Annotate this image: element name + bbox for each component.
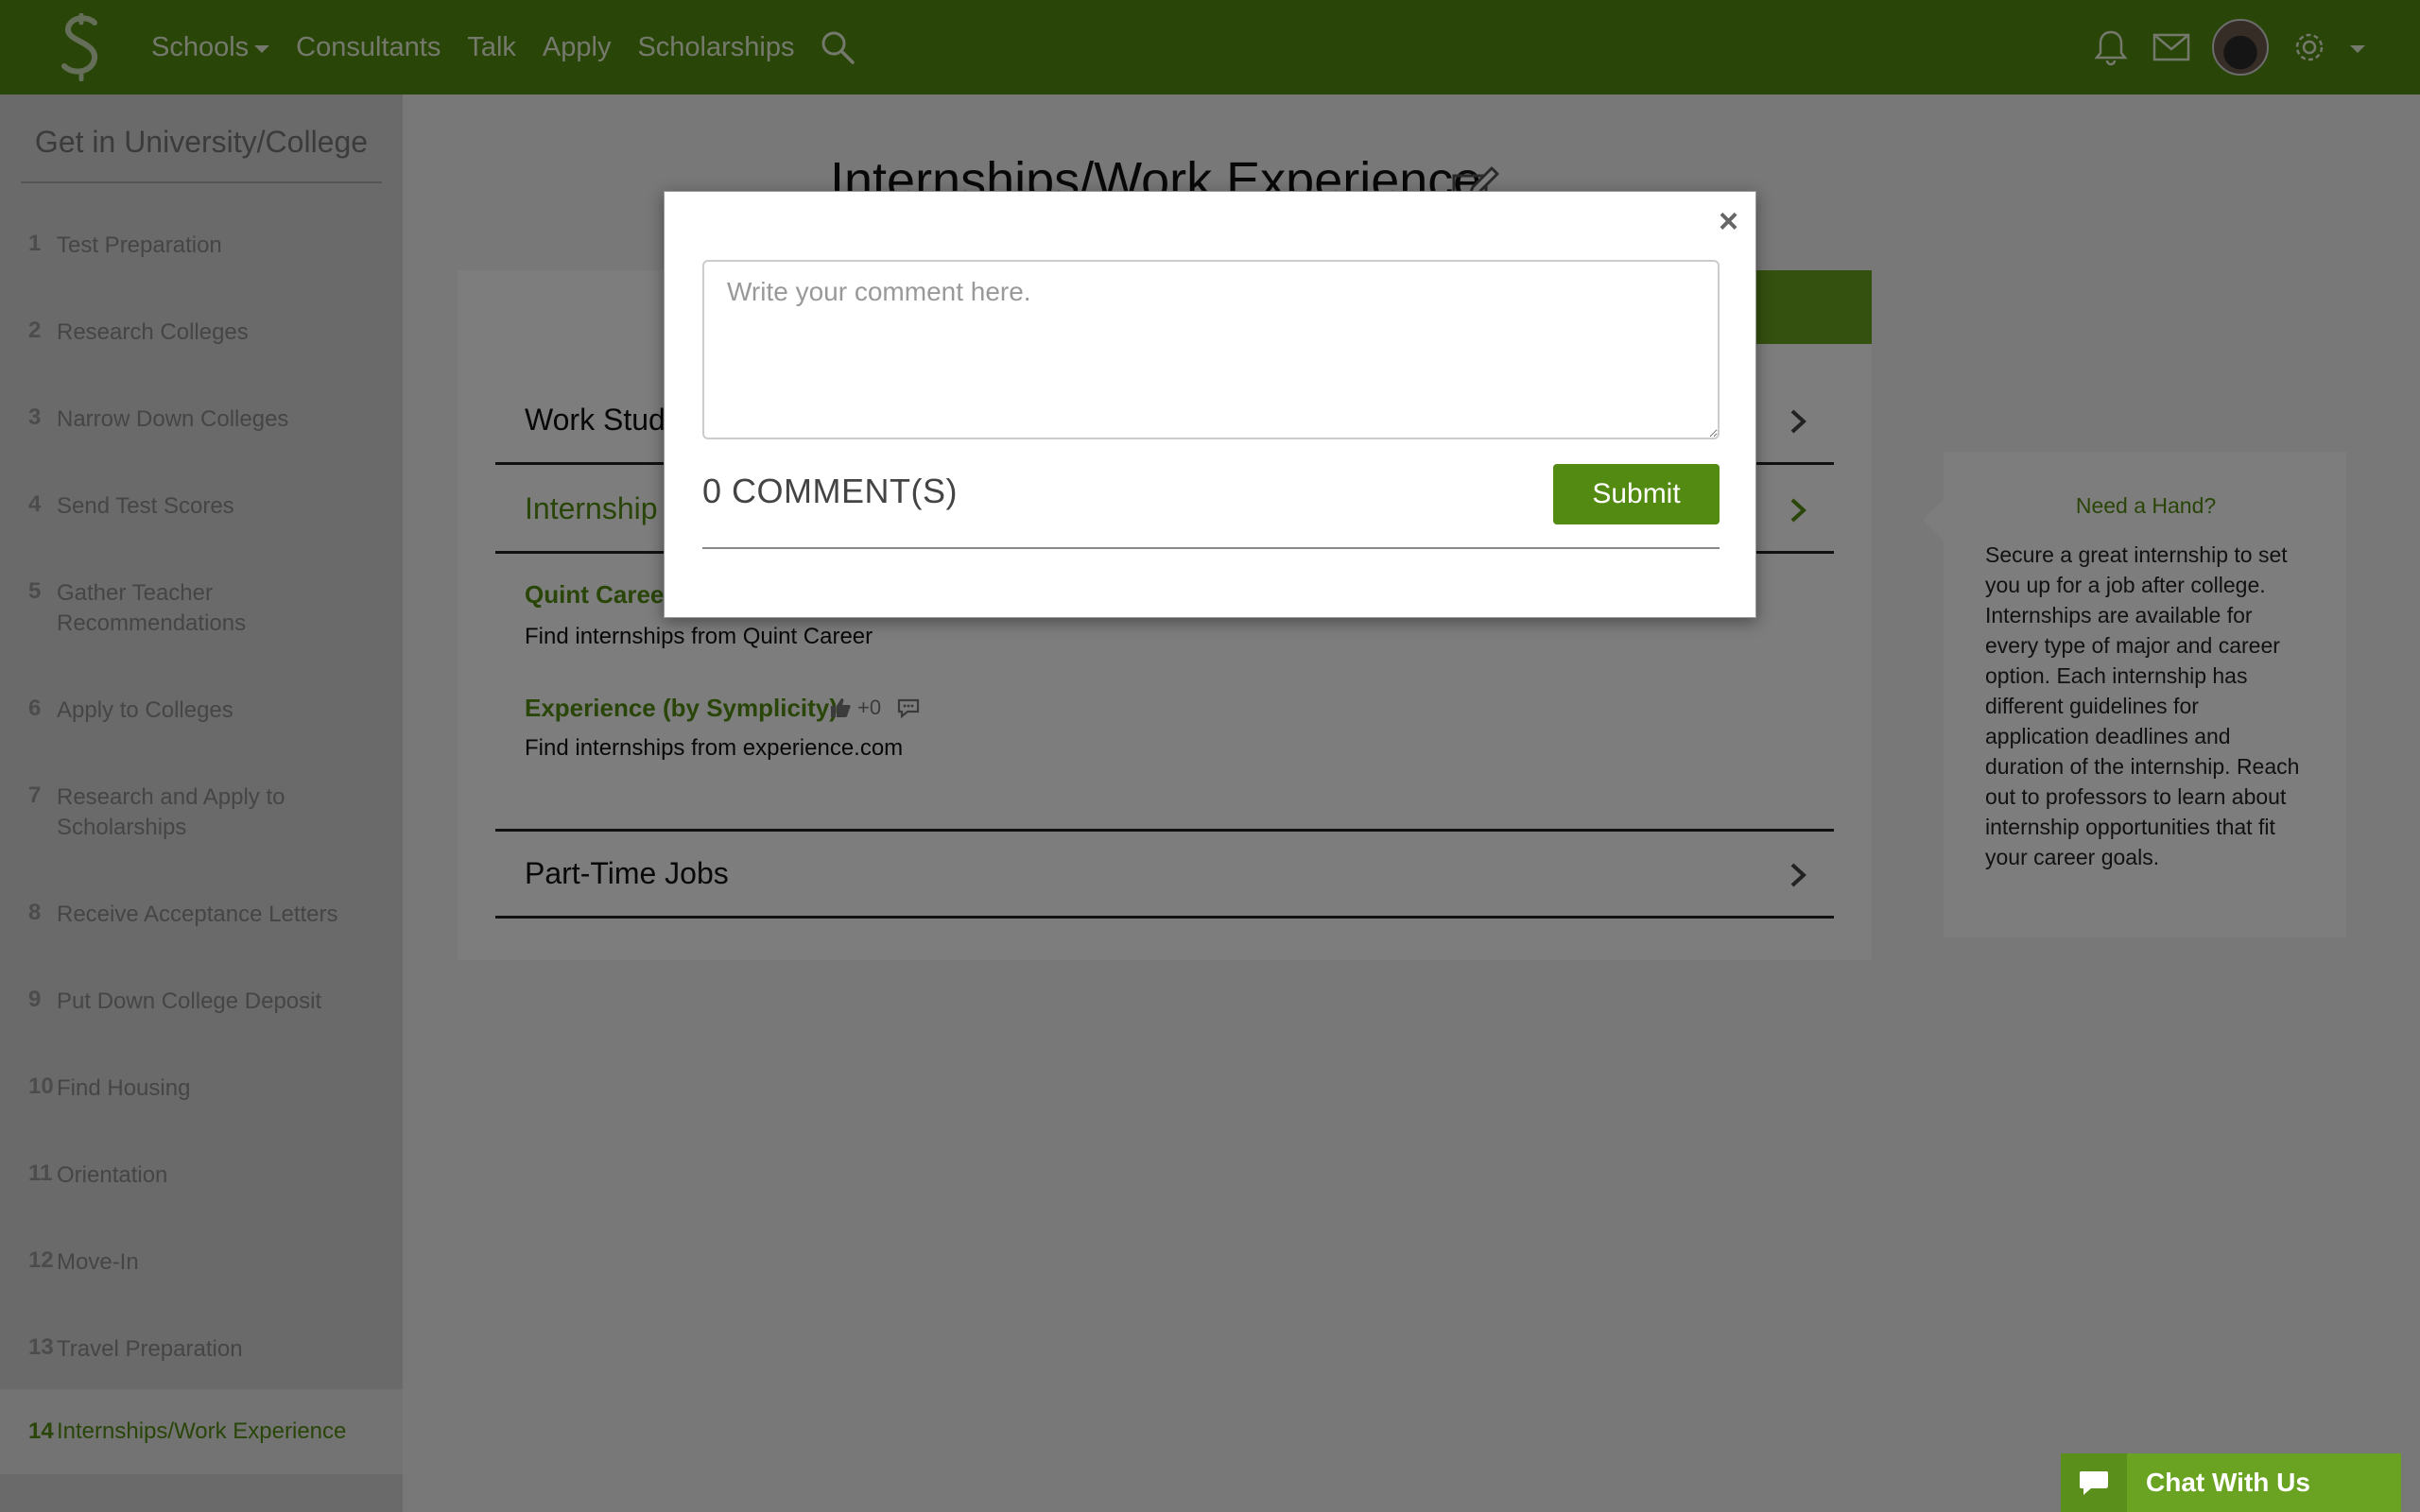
comment-modal: × 0 COMMENT(S) Submit (664, 191, 1756, 618)
close-icon[interactable]: × (1719, 201, 1738, 241)
chat-bubble-icon (2080, 1471, 2108, 1495)
modal-divider (702, 547, 1720, 549)
chat-icon-box (2061, 1453, 2127, 1512)
submit-button[interactable]: Submit (1553, 464, 1720, 524)
chat-label: Chat With Us (2146, 1468, 2310, 1497)
comment-textarea[interactable] (702, 260, 1720, 439)
comment-count: 0 COMMENT(S) (702, 472, 958, 510)
chat-widget-button[interactable]: Chat With Us (2061, 1453, 2401, 1512)
